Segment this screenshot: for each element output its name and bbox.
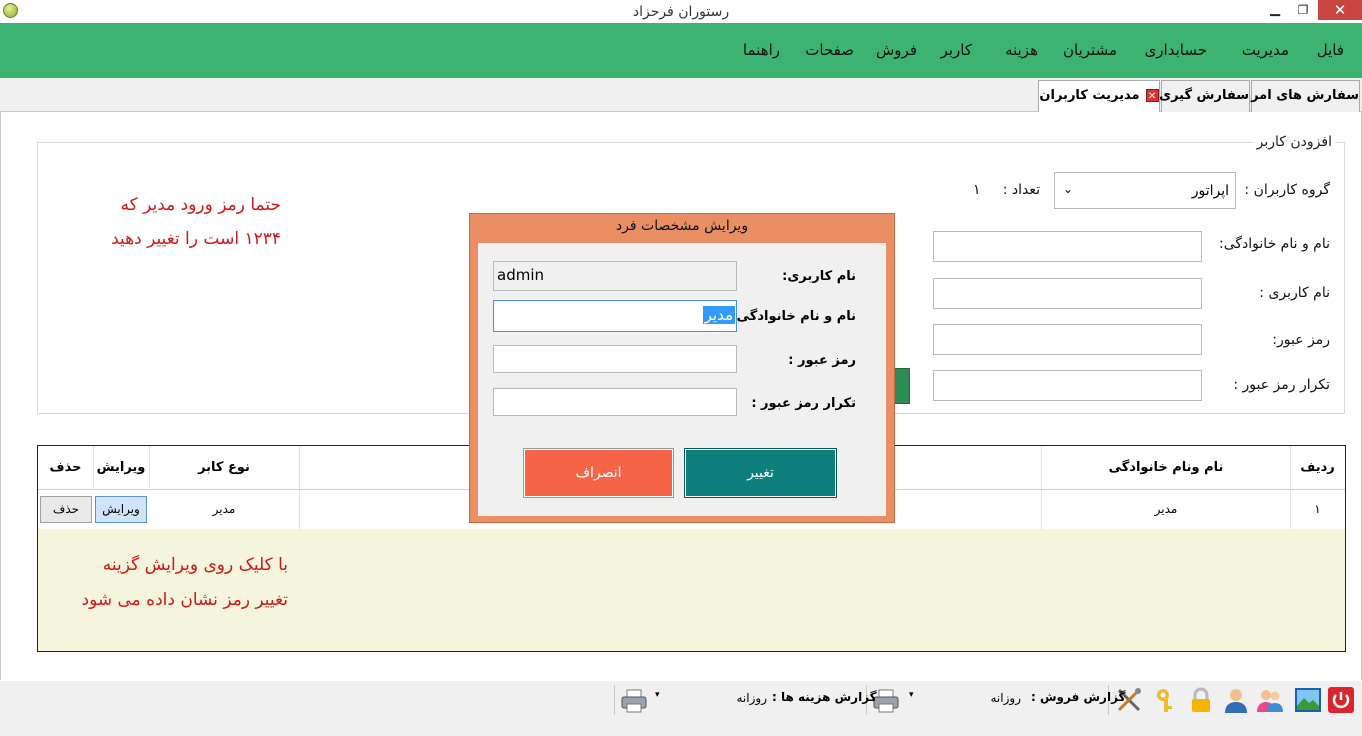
user-group-label: گروه کاربران :: [1244, 182, 1330, 198]
username-label: نام کاربری :: [1259, 285, 1330, 301]
col-header-row[interactable]: ردیف: [1290, 446, 1345, 490]
confirm-password-label: تکرار رمز عبور :: [1233, 377, 1330, 393]
username-value: admin: [497, 266, 544, 284]
menu-file[interactable]: فایل: [1317, 41, 1344, 59]
maximize-button[interactable]: ❐: [1289, 0, 1317, 20]
chevron-down-icon: ⌄: [1063, 182, 1074, 196]
key-icon[interactable]: [1153, 686, 1181, 714]
dialog-confirm-input[interactable]: [493, 388, 737, 416]
dialog-username-label: نام کاربری:: [782, 269, 856, 284]
fullname-input[interactable]: [933, 231, 1202, 262]
tab-today-orders[interactable]: سفارش های امروز: [1236, 80, 1360, 112]
tab-label: مدیریت کاربران: [1039, 88, 1140, 103]
username-input[interactable]: [933, 278, 1202, 309]
password-label: رمز عبور:: [1272, 332, 1330, 348]
dialog-title: ویرایش مشخصات فرد: [615, 218, 749, 234]
fullname-label: نام و نام خانوادگی:: [1219, 236, 1330, 252]
tab-strip: سفارش های امروز سفارش گیری ✕ مدیریت کاربر…: [0, 78, 1362, 113]
col-header-delete[interactable]: حذف: [38, 446, 93, 490]
edit-button[interactable]: ویرایش: [95, 496, 147, 523]
hint-line: ۱۲۳۴ است را تغییر دهید: [111, 229, 281, 249]
hint-line: حتما رمز ورود مدیر که: [120, 195, 281, 215]
sales-report-select[interactable]: روزانه ▾: [905, 689, 1025, 709]
delete-button[interactable]: حذف: [40, 496, 92, 523]
tab-order-taking[interactable]: سفارش گیری: [1159, 80, 1250, 112]
expense-report-label: گزارش هزینه ها :: [772, 690, 877, 704]
col-header-fullname[interactable]: نام ونام خانوادگی: [1041, 446, 1291, 490]
menu-pages[interactable]: صفحات: [805, 41, 854, 59]
edit-user-dialog: ویرایش مشخصات فرد نام کاربری: admin نام …: [469, 213, 895, 523]
dialog-password-input[interactable]: [493, 345, 737, 373]
hint-line: با کلیک روی ویرایش گزینه: [102, 555, 288, 575]
add-user-legend: افزودن کاربر: [1253, 134, 1335, 150]
cell-type: مدیر: [212, 502, 236, 516]
confirm-password-input[interactable]: [933, 370, 1202, 401]
lock-icon[interactable]: [1187, 686, 1215, 714]
cell-row: ۱: [1314, 502, 1321, 516]
power-icon[interactable]: [1327, 686, 1355, 714]
tab-user-management[interactable]: ✕ مدیریت کاربران: [1038, 80, 1160, 113]
cancel-button[interactable]: انصراف: [523, 448, 674, 498]
dialog-fullname-label: نام و نام خانوادگی :: [726, 309, 856, 324]
chevron-down-icon: ▾: [909, 690, 914, 700]
user-group-select[interactable]: اپراتور ⌄: [1054, 172, 1236, 209]
title-bar: رستوران فرحزاد ▁ ❐ ✕: [0, 0, 1362, 23]
menu-help[interactable]: راهنما: [743, 41, 780, 59]
fullname-selected-text: مدیر: [702, 306, 735, 324]
password-input[interactable]: [933, 324, 1202, 355]
save-user-button[interactable]: [894, 368, 910, 404]
user-group-value: اپراتور: [1191, 183, 1229, 199]
status-bar: گزارش فروش : روزانه ▾ گزارش هزینه ها : ر…: [0, 680, 1362, 736]
expense-report-select[interactable]: روزانه ▾: [651, 689, 771, 709]
menu-expense[interactable]: هزینه: [1005, 41, 1038, 59]
sales-report-label: گزارش فروش :: [1031, 690, 1126, 704]
col-header-edit[interactable]: ویرایش: [93, 446, 149, 490]
edit-hint: با کلیک روی ویرایش گزینه تغییر رمز نشان …: [68, 548, 289, 618]
hint-line: تغییر رمز نشان داده می شود: [81, 590, 289, 610]
menu-management[interactable]: مدیریت: [1242, 41, 1289, 59]
col-header-type[interactable]: نوع کابر: [149, 446, 299, 490]
admin-password-hint: حتما رمز ورود مدیر که ۱۲۳۴ است را تغییر …: [81, 188, 281, 256]
count-label: تعداد :: [1002, 182, 1040, 198]
cell-fullname: مدیر: [1154, 502, 1178, 516]
menu-accounting[interactable]: حسابداری: [1145, 41, 1207, 59]
dialog-confirm-label: تکرار رمز عبور :: [751, 396, 856, 411]
dialog-password-label: رمز عبور :: [788, 353, 856, 368]
chevron-down-icon: ▾: [655, 690, 660, 700]
minimize-button[interactable]: ▁: [1262, 0, 1288, 20]
menu-sales[interactable]: فروش: [876, 41, 917, 59]
close-window-button[interactable]: ✕: [1318, 0, 1362, 20]
expense-report-value: روزانه: [736, 691, 768, 705]
resize-grip-icon[interactable]: ⋰: [883, 510, 892, 520]
printer-icon[interactable]: [620, 687, 648, 715]
dialog-body: نام کاربری: admin نام و نام خانوادگی : م…: [478, 243, 886, 516]
count-value: ۱: [973, 182, 981, 198]
users-icon[interactable]: [1256, 686, 1284, 714]
landscape-icon[interactable]: [1294, 686, 1322, 714]
user-icon[interactable]: [1222, 686, 1250, 714]
dialog-username-field: admin: [493, 261, 737, 291]
menu-customers[interactable]: مشتریان: [1063, 41, 1117, 59]
menu-user[interactable]: کاربر: [941, 41, 972, 59]
sales-report-value: روزانه: [990, 691, 1022, 705]
change-button[interactable]: تغییر: [684, 448, 837, 498]
window-title: رستوران فرحزاد: [632, 4, 730, 20]
menu-bar: فایل مدیریت حسابداری مشتریان هزینه کاربر…: [0, 23, 1362, 78]
tab-close-icon[interactable]: ✕: [1145, 89, 1159, 102]
dialog-fullname-input[interactable]: مدیر: [493, 300, 737, 332]
